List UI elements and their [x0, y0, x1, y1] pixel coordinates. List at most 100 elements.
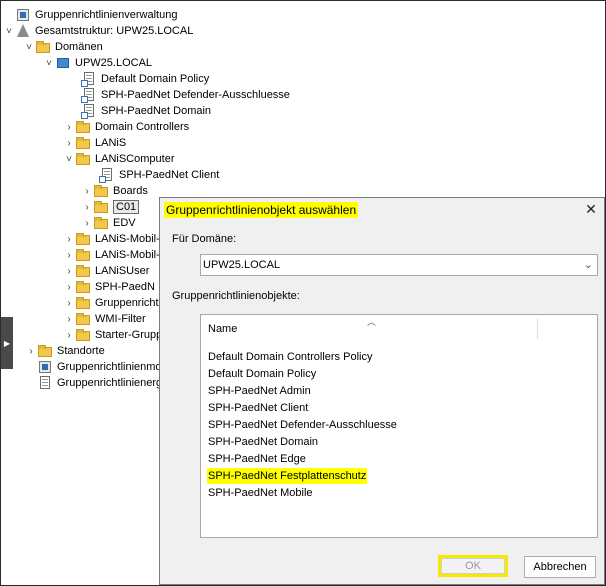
- ou-folder-icon: [75, 119, 91, 135]
- tree-item-ou-selected[interactable]: › C01: [81, 199, 140, 215]
- tree-item-label: Gruppenrichtlinienmo: [57, 361, 162, 373]
- dialog-title: Gruppenrichtlinienobjekt auswählen: [164, 202, 359, 218]
- modeling-icon: [37, 359, 53, 375]
- list-item[interactable]: SPH-PaedNet Defender-Ausschluesse: [207, 417, 398, 433]
- tree-item-label: Gruppenrichtlinienverwaltung: [35, 9, 178, 21]
- gpmc-window: Gruppenrichtlinienverwaltung ˅ Gesamtstr…: [0, 0, 606, 586]
- ou-folder-icon: [75, 231, 91, 247]
- cancel-button[interactable]: Abbrechen: [524, 556, 596, 578]
- tree-item-ou[interactable]: › Domain Controllers: [63, 119, 189, 135]
- tree-item-label: Domänen: [55, 41, 103, 53]
- collapse-panel-tab[interactable]: ▶: [1, 317, 13, 369]
- folder-icon: [75, 327, 91, 343]
- tree-item-label: LANiSComputer: [95, 153, 175, 165]
- chevron-down-icon[interactable]: ˅: [3, 23, 15, 39]
- chevron-right-icon[interactable]: ›: [63, 311, 75, 327]
- chevron-down-icon[interactable]: ˅: [63, 151, 75, 167]
- chevron-down-icon[interactable]: ⌄: [584, 258, 593, 271]
- chevron-right-icon[interactable]: ›: [81, 199, 93, 215]
- tree-item-results[interactable]: Gruppenrichtlinienerg: [25, 375, 162, 391]
- chevron-right-icon[interactable]: ›: [63, 119, 75, 135]
- tree-item-ou[interactable]: › EDV: [81, 215, 136, 231]
- chevron-right-icon: ▶: [3, 338, 11, 348]
- tree-item-domains[interactable]: ˅ Domänen: [23, 39, 103, 55]
- tree-item-folder[interactable]: › Gruppenricht: [63, 295, 159, 311]
- chevron-down-icon[interactable]: ˅: [23, 39, 35, 55]
- list-item[interactable]: SPH-PaedNet Client: [207, 400, 309, 416]
- tree-item-label: SPH-PaedNet Domain: [101, 105, 212, 117]
- ou-folder-icon: [93, 183, 109, 199]
- tree-item-label: Default Domain Policy: [101, 73, 210, 85]
- chevron-right-icon[interactable]: ›: [81, 183, 93, 199]
- tree-item-modeling[interactable]: Gruppenrichtlinienmo: [25, 359, 162, 375]
- chevron-right-icon[interactable]: ›: [63, 263, 75, 279]
- gpo-link-icon: [81, 87, 97, 103]
- column-separator[interactable]: [537, 319, 538, 339]
- chevron-none: [3, 7, 15, 23]
- gpo-link-icon: [81, 103, 97, 119]
- tree-item-label: UPW25.LOCAL: [75, 57, 153, 69]
- tree-item-folder[interactable]: › Standorte: [25, 343, 105, 359]
- column-header-name[interactable]: Name: [208, 323, 237, 335]
- tree-item-gpo-link[interactable]: SPH-PaedNet Domain: [69, 103, 211, 119]
- ok-button[interactable]: OK: [438, 555, 508, 577]
- tree-item-label: Gesamtstruktur: UPW25.LOCAL: [35, 25, 194, 37]
- list-item[interactable]: SPH-PaedNet Mobile: [207, 485, 314, 501]
- tree-item-folder[interactable]: › Starter-Grupp: [63, 327, 162, 343]
- domains-folder-icon: [35, 39, 51, 55]
- chevron-right-icon[interactable]: ›: [63, 327, 75, 343]
- chevron-down-icon[interactable]: ˅: [43, 55, 55, 71]
- tree-item-gpo-link[interactable]: Default Domain Policy: [69, 71, 209, 87]
- tree-item-domain[interactable]: ˅ UPW25.LOCAL: [43, 55, 152, 71]
- list-item[interactable]: SPH-PaedNet Edge: [207, 451, 307, 467]
- tree-item-ou[interactable]: ˅ LANiSComputer: [63, 151, 174, 167]
- tree-item-gpo-link[interactable]: SPH-PaedNet Client: [87, 167, 219, 183]
- chevron-none: [25, 375, 37, 391]
- list-item[interactable]: Default Domain Controllers Policy: [207, 349, 373, 365]
- tree-item-label: SPH-PaedNet Defender-Ausschluesse: [101, 89, 290, 101]
- tree-item-label: SPH-PaedN: [95, 281, 155, 293]
- tree-item-label: Domain Controllers: [95, 121, 190, 133]
- tree-item-ou[interactable]: › LANiS: [63, 135, 126, 151]
- tree-item-label: SPH-PaedNet Client: [119, 169, 220, 181]
- chevron-right-icon[interactable]: ›: [63, 231, 75, 247]
- tree-item-label: LANiS-Mobil-: [95, 233, 160, 245]
- list-item[interactable]: Default Domain Policy: [207, 366, 317, 382]
- chevron-right-icon[interactable]: ›: [63, 135, 75, 151]
- tree-item-label: WMI-Filter: [95, 313, 146, 325]
- tree-item-folder[interactable]: › WMI-Filter: [63, 311, 146, 327]
- domain-icon: [55, 55, 71, 71]
- select-gpo-dialog: Gruppenrichtlinienobjekt auswählen ✕ Für…: [159, 197, 605, 585]
- folder-icon: [37, 343, 53, 359]
- tree-item-gpo-link[interactable]: SPH-PaedNet Defender-Ausschluesse: [69, 87, 290, 103]
- chevron-none: [25, 359, 37, 375]
- ou-folder-icon: [93, 215, 109, 231]
- gpmc-root-icon: [15, 7, 31, 23]
- ou-folder-icon: [75, 151, 91, 167]
- list-item[interactable]: SPH-PaedNet Admin: [207, 383, 312, 399]
- close-icon[interactable]: ✕: [582, 200, 600, 218]
- tree-item-ou[interactable]: › LANiS-Mobil-: [63, 231, 160, 247]
- tree-item-forest[interactable]: ˅ Gesamtstruktur: UPW25.LOCAL: [3, 23, 193, 39]
- tree-item-ou[interactable]: › LANiS-Mobil-: [63, 247, 160, 263]
- chevron-right-icon[interactable]: ›: [63, 295, 75, 311]
- list-item[interactable]: SPH-PaedNet Domain: [207, 434, 319, 450]
- chevron-right-icon[interactable]: ›: [63, 279, 75, 295]
- list-item-highlighted[interactable]: SPH-PaedNet Festplattenschutz: [207, 468, 368, 484]
- chevron-none: [69, 71, 81, 87]
- ok-button-label: OK: [441, 558, 505, 574]
- ou-folder-icon: [93, 199, 109, 215]
- tree-item-ou[interactable]: › LANiSUser: [63, 263, 149, 279]
- chevron-right-icon[interactable]: ›: [25, 343, 37, 359]
- domain-select[interactable]: UPW25.LOCAL ⌄: [200, 254, 598, 276]
- gpo-link-icon: [81, 71, 97, 87]
- tree-item-ou[interactable]: › SPH-PaedN: [63, 279, 155, 295]
- folder-icon: [75, 295, 91, 311]
- tree-item-ou[interactable]: › Boards: [81, 183, 148, 199]
- ou-folder-icon: [75, 263, 91, 279]
- tree-item-root[interactable]: Gruppenrichtlinienverwaltung: [3, 7, 177, 23]
- chevron-right-icon[interactable]: ›: [63, 247, 75, 263]
- chevron-right-icon[interactable]: ›: [81, 215, 93, 231]
- gpo-list[interactable]: ︿ Name Default Domain Controllers Policy…: [200, 314, 598, 538]
- tree-item-label: Standorte: [57, 345, 105, 357]
